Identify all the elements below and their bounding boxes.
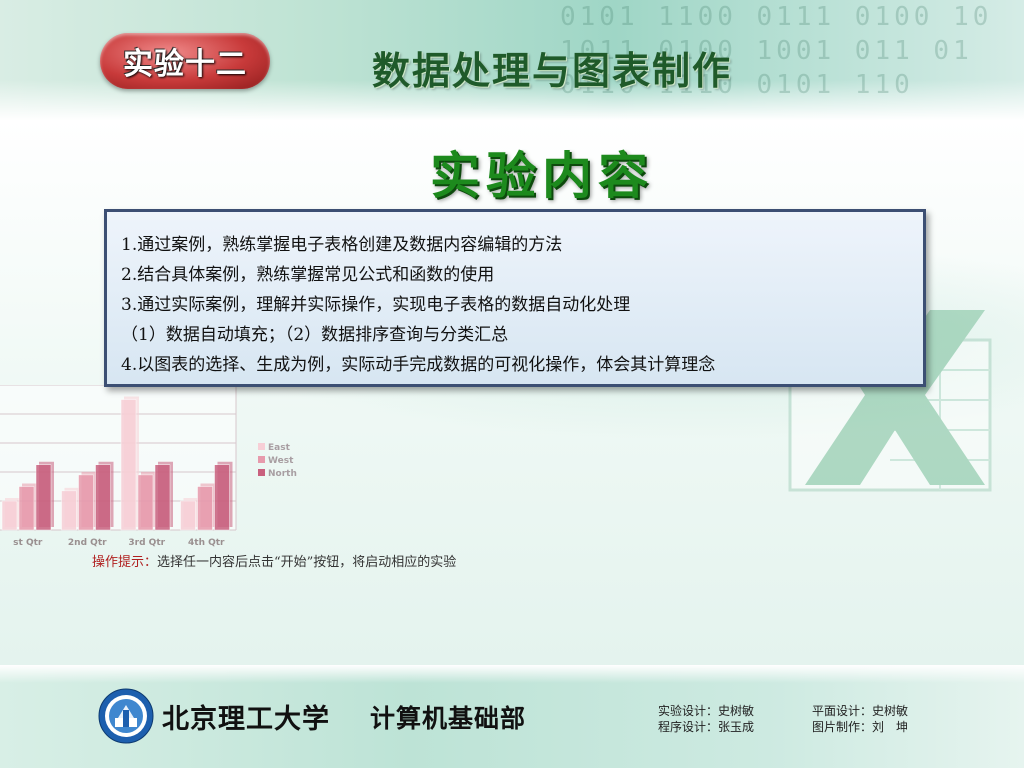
chart-legend-label: East: [268, 443, 291, 453]
chart-bar-east: [61, 490, 77, 531]
experiment-label: 实验十二: [123, 47, 247, 82]
chart-legend-swatch: [258, 469, 265, 476]
chart-bar-north: [214, 464, 230, 531]
content-item-1[interactable]: 1.通过案例，熟练掌握电子表格创建及数据内容编辑的方法: [121, 230, 907, 260]
chart-bar-west: [18, 486, 35, 531]
credit-experiment-design: 实验设计：史树敏: [658, 704, 755, 718]
chart-bar-west: [78, 474, 94, 531]
chart-category-label: 3rd Qtr: [128, 538, 165, 548]
tip-label: 操作提示：: [92, 555, 158, 570]
tip-text: 选择任一内容后点击“开始”按钮，将启动相应的实验: [157, 555, 457, 570]
content-item-3-sub[interactable]: （1）数据自动填充；（2）数据排序查询与分类汇总: [121, 320, 907, 350]
university-name: 北京理工大学: [162, 704, 330, 735]
chart-category-label: st Qtr: [13, 538, 43, 548]
section-heading: 实验内容: [430, 147, 654, 205]
sample-chart: st Qtr 2nd Qtr 3rd Qtr 4th Qtr East West North: [0, 384, 300, 550]
chart-bar-east: [120, 399, 137, 531]
credit-graphic-design: 平面设计：史树敏: [812, 704, 909, 718]
chart-legend-label: North: [268, 469, 297, 479]
chart-category-label: 4th Qtr: [188, 538, 225, 548]
content-item-2[interactable]: 2.结合具体案例，熟练掌握常见公式和函数的使用: [121, 260, 907, 290]
credits-left: 实验设计：史树敏 程序设计：张玉成: [658, 703, 754, 735]
operation-tip: 操作提示：选择任一内容后点击“开始”按钮，将启动相应的实验: [92, 551, 456, 570]
credit-program-design: 程序设计：张玉成: [658, 720, 755, 734]
chart-bar-west: [137, 474, 154, 531]
page-title: 数据处理与图表制作: [372, 49, 733, 93]
experiment-badge: 实验十二: [100, 33, 270, 89]
credits-right: 平面设计：史树敏 图片制作：刘 坤: [812, 703, 908, 735]
chart-bar-west: [197, 486, 213, 531]
content-item-4[interactable]: 4.以图表的选择、生成为例，实际动手完成数据的可视化操作，体会其计算理念: [121, 350, 907, 380]
chart-legend-label: West: [268, 456, 294, 466]
chart-bar-north: [35, 464, 52, 531]
chart-legend-swatch: [258, 456, 265, 463]
binary-row: 0101 1100 0111 0100 10: [560, 2, 993, 32]
chart-bar-east: [1, 500, 18, 531]
chart-bar-north: [154, 464, 171, 531]
content-item-3[interactable]: 3.通过实际案例，理解并实际操作，实现电子表格的数据自动化处理: [121, 290, 907, 320]
credit-image-production: 图片制作：刘 坤: [812, 720, 909, 734]
chart-bar-north: [95, 464, 111, 531]
university-emblem-icon: [98, 688, 154, 744]
content-panel: 1.通过案例，熟练掌握电子表格创建及数据内容编辑的方法 2.结合具体案例，熟练掌…: [104, 209, 926, 387]
bar-chart: st Qtr 2nd Qtr 3rd Qtr 4th Qtr East West North: [0, 384, 297, 548]
chart-legend-swatch: [258, 443, 265, 450]
department-name: 计算机基础部: [370, 704, 527, 733]
chart-bar-east: [180, 500, 196, 531]
chart-category-label: 2nd Qtr: [68, 538, 107, 548]
